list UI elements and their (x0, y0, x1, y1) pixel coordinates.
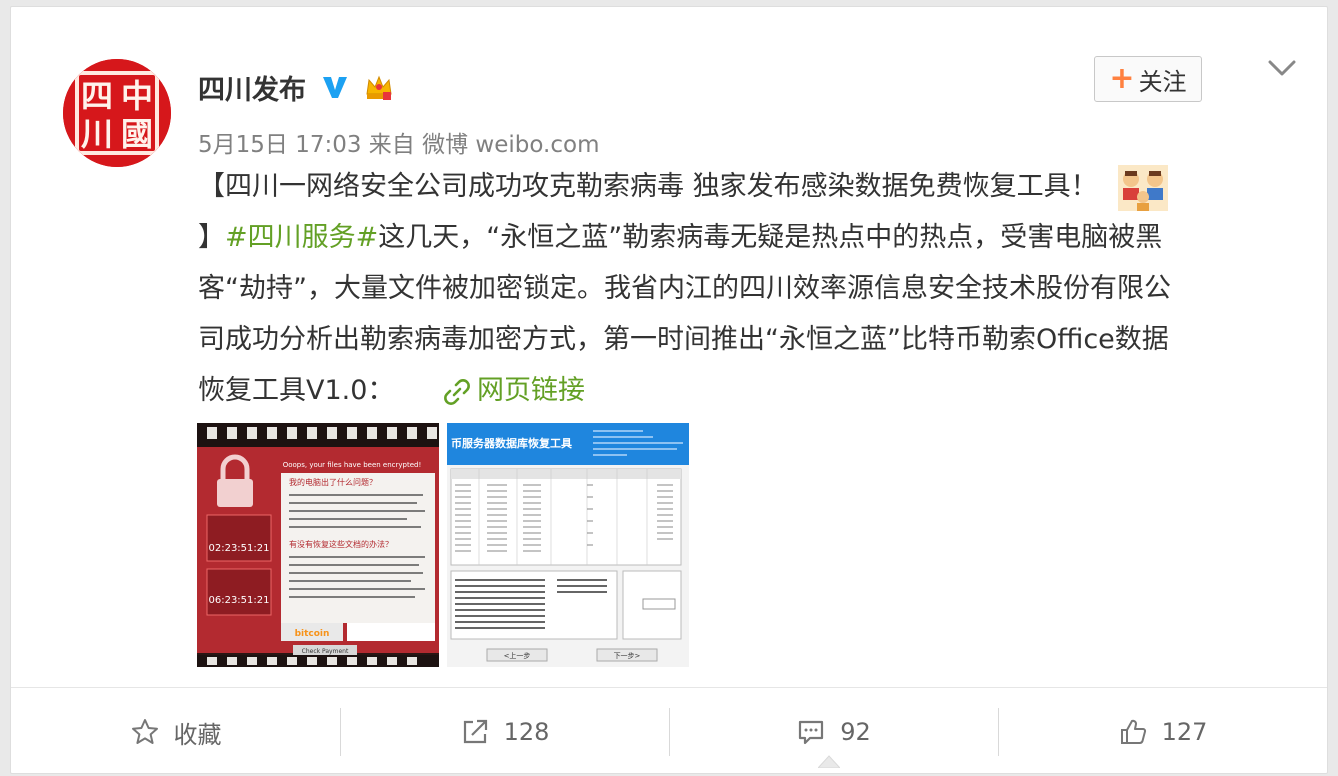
favorite-label: 收藏 (173, 720, 222, 749)
verified-icon[interactable] (320, 72, 350, 102)
tool-title: 币服务器数据库恢复工具 (451, 436, 572, 450)
link-icon[interactable] (443, 378, 471, 406)
author-row: 四川发布 (198, 67, 394, 107)
timer-1: 02:23:51:21 (208, 543, 269, 554)
next-button: 下一步> (614, 652, 641, 660)
follow-button[interactable]: + 关注 (1094, 56, 1202, 102)
family-emoji-icon (1118, 164, 1169, 211)
avatar-seal-image: 四 川 中 國 (63, 59, 171, 167)
text-line-5: 恢复工具V1.0： 网页链接 (198, 365, 1298, 416)
ransom-heading-2: 有没有恢复这些文档的办法？ (289, 539, 393, 549)
timer-2: 06:23:51:21 (208, 595, 269, 606)
crown-icon[interactable] (364, 72, 394, 102)
post-image-2[interactable]: 币服务器数据库恢复工具 <上一步 下一步> (447, 423, 689, 667)
repost-button[interactable]: 128 (340, 688, 669, 776)
comment-caret (818, 755, 840, 768)
text-line-2: 】#四川服务#这几天，“永恒之蓝”勒索病毒无疑是热点中的热点，受害电脑被黑 (198, 212, 1298, 263)
comment-count: 92 (840, 718, 871, 746)
star-icon (131, 719, 158, 744)
text-segment: 】 (198, 222, 225, 253)
text-line-1: 【四川一网络安全公司成功攻克勒索病毒 独家发布感染数据免费恢复工具！ (198, 161, 1298, 212)
follow-label: 关注 (1138, 67, 1187, 96)
avatar-char-2: 川 (81, 115, 113, 153)
plus-icon: + (1109, 61, 1135, 96)
chevron-down-icon[interactable] (1267, 57, 1297, 79)
topic-link[interactable]: #四川服务# (225, 222, 378, 253)
comment-icon (799, 720, 824, 745)
weibo-post-card: 四 川 中 國 四川发布 5月15日 17:03 来自 微博 weibo.com… (10, 6, 1328, 774)
web-link[interactable]: 网页链接 (477, 375, 585, 406)
post-text: 【四川一网络安全公司成功攻克勒索病毒 独家发布感染数据免费恢复工具！ 】#四川服… (198, 161, 1298, 416)
avatar-char-4: 國 (121, 115, 153, 153)
ransom-heading-1: 我的电脑出了什么问题？ (289, 477, 377, 487)
avatar-char-1: 四 (81, 77, 113, 115)
avatar-char-3: 中 (121, 77, 153, 115)
ransom-banner: Ooops, your files have been encrypted! (283, 461, 422, 469)
repost-count: 128 (503, 718, 550, 746)
author-name[interactable]: 四川发布 (198, 68, 306, 107)
like-button[interactable]: 127 (998, 688, 1327, 776)
bitcoin-label: bitcoin (295, 629, 330, 639)
like-count: 127 (1161, 718, 1208, 746)
check-payment: Check Payment (302, 648, 349, 655)
post-image-1[interactable]: Ooops, your files have been encrypted! 0… (197, 423, 439, 667)
avatar[interactable]: 四 川 中 國 (63, 59, 171, 167)
text-segment: 恢复工具V1.0： (198, 375, 395, 406)
text-line-4: 司成功分析出勒索病毒加密方式，第一时间推出“永恒之蓝”比特币勒索Office数据 (198, 324, 1169, 355)
text-segment: 这几天，“永恒之蓝”勒索病毒无疑是热点中的热点，受害电脑被黑 (378, 222, 1163, 253)
repost-icon (463, 719, 487, 744)
post-meta[interactable]: 5月15日 17:03 来自 微博 weibo.com (198, 125, 599, 159)
thumbs-up-icon (1120, 719, 1146, 744)
action-toolbar: 收藏 128 92 127 (11, 687, 1327, 776)
prev-button: <上一步 (504, 651, 531, 660)
text-line-3: 客“劫持”，大量文件被加密锁定。我省内江的四川效率源信息安全技术股份有限公 (198, 273, 1171, 304)
text-segment: 【四川一网络安全公司成功攻克勒索病毒 独家发布感染数据免费恢复工具！ (198, 171, 1098, 202)
favorite-button[interactable]: 收藏 (11, 688, 340, 776)
